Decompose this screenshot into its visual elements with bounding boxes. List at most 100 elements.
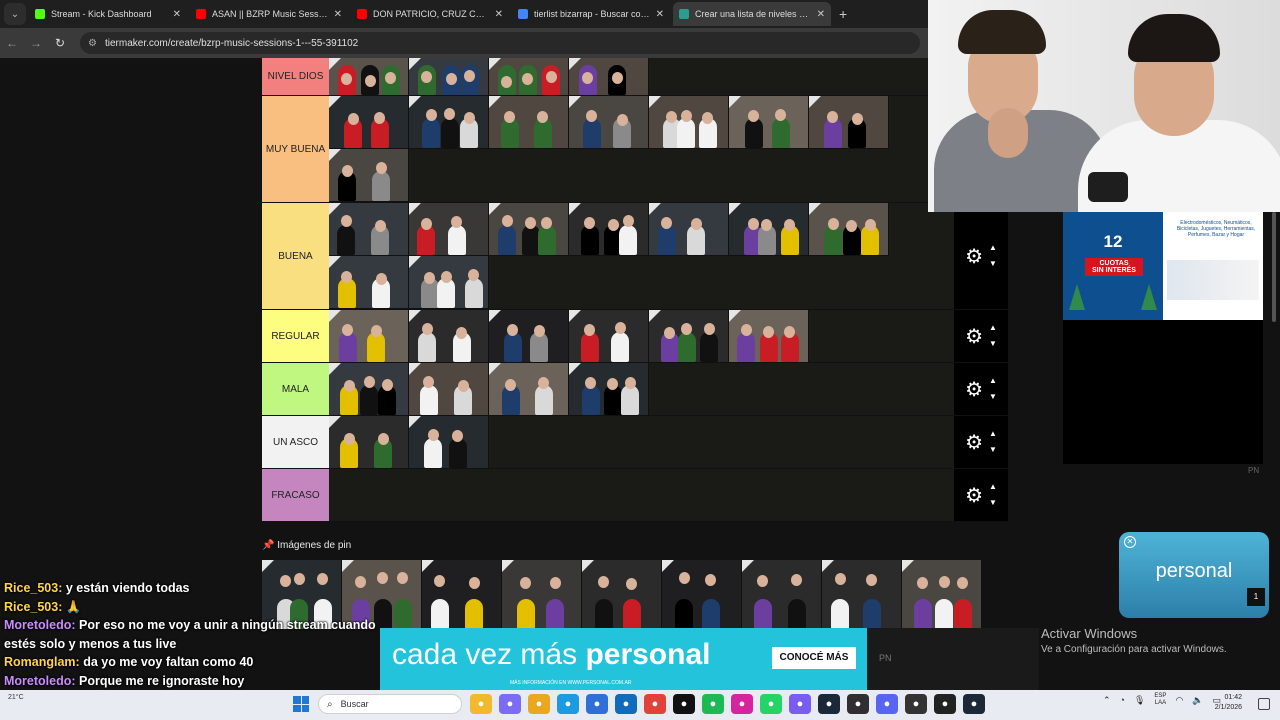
close-icon[interactable]: ✕ (1124, 536, 1136, 548)
chevron-down-icon[interactable]: ▼ (989, 442, 997, 458)
discord-icon[interactable]: ● (876, 694, 898, 714)
wifi-icon[interactable]: ◠ (1175, 695, 1183, 706)
tier-label[interactable]: MALA (262, 363, 329, 415)
scrollbar[interactable] (1272, 212, 1276, 322)
artist-image-tile[interactable] (582, 560, 662, 630)
artist-image-tile[interactable] (409, 203, 489, 256)
artist-image-tile[interactable] (329, 58, 409, 96)
artist-image-tile[interactable] (409, 58, 489, 96)
tab-close-icon[interactable]: ✕ (817, 9, 825, 20)
chevron-down-icon[interactable]: ▼ (989, 495, 997, 511)
artist-image-tile[interactable] (489, 310, 569, 363)
ad-carrefour[interactable]: 12 CUOTAS SIN INTERÉS Electrodomésticos, … (1063, 212, 1263, 320)
artist-image-tile[interactable] (649, 203, 729, 256)
artist-image-tile[interactable] (502, 560, 582, 630)
artist-image-tile[interactable] (409, 416, 489, 469)
artist-image-tile[interactable] (329, 149, 409, 202)
chat-username[interactable]: Moretoledo: (4, 674, 76, 688)
tier-label[interactable]: FRACASO (262, 469, 329, 521)
conoce-mas-button[interactable]: CONOCÉ MÁS (772, 647, 856, 669)
chevron-down-icon[interactable]: ▼ (989, 389, 997, 405)
artist-image-tile[interactable] (329, 256, 409, 309)
tab-close-icon[interactable]: ✕ (656, 9, 664, 20)
gear-icon[interactable]: ⚙ (965, 483, 983, 508)
mic-icon[interactable]: 🎙 (1134, 695, 1145, 706)
artist-image-tile[interactable] (409, 96, 489, 149)
weather-widget[interactable]: 21°C (8, 694, 24, 701)
tab-close-icon[interactable]: ✕ (173, 9, 181, 20)
artist-image-tile[interactable] (649, 310, 729, 363)
chevron-up-icon[interactable]: ▲ (989, 426, 997, 442)
browser-tab[interactable]: tierlist bizarrap - Buscar con Go ✕ (512, 2, 670, 26)
tier-label[interactable]: MUY BUENA (262, 96, 329, 202)
tiktok-icon[interactable]: ● (673, 694, 695, 714)
artist-image-tile[interactable] (489, 363, 569, 416)
artist-image-tile[interactable] (329, 96, 409, 149)
chevron-up-icon[interactable]: ▲ (989, 240, 997, 256)
artist-image-tile[interactable] (822, 560, 902, 630)
forward-icon[interactable]: → (24, 36, 48, 50)
gear-icon[interactable]: ⚙ (965, 324, 983, 349)
chat-username[interactable]: Rice_503: (4, 600, 62, 614)
artist-image-tile[interactable] (329, 203, 409, 256)
new-tab-button[interactable]: + (839, 6, 847, 22)
tab-close-icon[interactable]: ✕ (334, 9, 342, 20)
steam2-icon[interactable]: ● (963, 694, 985, 714)
whatsapp-icon[interactable]: ● (760, 694, 782, 714)
gear-icon[interactable]: ⚙ (965, 377, 983, 402)
artist-image-tile[interactable] (489, 58, 569, 96)
chevron-up-icon[interactable]: ▲ (989, 320, 997, 336)
chat-username[interactable]: Moretoledo: (4, 618, 76, 632)
artist-image-tile[interactable] (409, 363, 489, 416)
artist-image-tile[interactable] (729, 310, 809, 363)
explorer-icon[interactable]: ● (470, 694, 492, 714)
artist-image-tile[interactable] (329, 363, 409, 416)
artist-image-tile[interactable] (569, 203, 649, 256)
back-icon[interactable]: ← (0, 36, 24, 50)
tab-close-icon[interactable]: ✕ (495, 9, 503, 20)
tier-label[interactable]: UN ASCO (262, 416, 329, 468)
browser-tab[interactable]: ASAN || BZRP Music Sessions # ✕ (190, 2, 348, 26)
edge-icon[interactable]: ● (557, 694, 579, 714)
browser-tab[interactable]: Crear una lista de niveles de SE ✕ (673, 2, 831, 26)
artist-image-tile[interactable] (409, 256, 489, 309)
browser-tab[interactable]: DON PATRICIO, CRUZ CAFUNÉ ✕ (351, 2, 509, 26)
artist-image-tile[interactable] (569, 363, 649, 416)
taskbar-clock[interactable]: 01:42 2/1/2026 (1200, 693, 1242, 713)
artist-image-tile[interactable] (489, 203, 569, 256)
recorder-icon[interactable]: ● (905, 694, 927, 714)
artist-image-tile[interactable] (569, 96, 649, 149)
reload-icon[interactable]: ↻ (48, 36, 72, 50)
artist-image-tile[interactable] (329, 416, 409, 469)
artist-image-tile[interactable] (729, 203, 809, 256)
artist-image-tile[interactable] (649, 96, 729, 149)
artist-image-tile[interactable] (809, 96, 889, 149)
artist-image-tile[interactable] (809, 203, 889, 256)
artist-image-tile[interactable] (422, 560, 502, 630)
artist-image-tile[interactable] (729, 96, 809, 149)
artist-image-tile[interactable] (489, 96, 569, 149)
outlook-icon[interactable]: ● (615, 694, 637, 714)
gear-icon[interactable]: ⚙ (965, 244, 983, 269)
chevron-up-icon[interactable]: ▲ (989, 479, 997, 495)
artist-image-tile[interactable] (662, 560, 742, 630)
chatgpt-icon[interactable]: ● (934, 694, 956, 714)
tier-label[interactable]: REGULAR (262, 310, 329, 362)
copilot-icon[interactable]: ● (499, 694, 521, 714)
artist-image-tile[interactable] (409, 310, 489, 363)
ad-personal-popup[interactable]: ✕ personal 1 (1119, 532, 1269, 618)
artist-image-tile[interactable] (902, 560, 982, 630)
language-indicator[interactable]: ESP LAA (1154, 693, 1166, 707)
artist-image-tile[interactable] (569, 58, 649, 96)
notifications-icon[interactable] (1258, 698, 1270, 710)
chevron-down-icon[interactable]: ▼ (989, 256, 997, 272)
spotify-icon[interactable]: ● (702, 694, 724, 714)
network-icon[interactable]: ◔ (1120, 695, 1125, 705)
messenger-icon[interactable]: ● (789, 694, 811, 714)
steam-icon[interactable]: ● (818, 694, 840, 714)
taskbar-search[interactable]: ⌕ Buscar (318, 694, 462, 714)
address-bar[interactable]: ⚙ tiermaker.com/create/bzrp-music-sessio… (80, 32, 920, 54)
chat-username[interactable]: Rice_503: (4, 581, 62, 595)
site-settings-icon[interactable]: ⚙ (88, 38, 97, 49)
tier-label[interactable]: BUENA (262, 203, 329, 309)
